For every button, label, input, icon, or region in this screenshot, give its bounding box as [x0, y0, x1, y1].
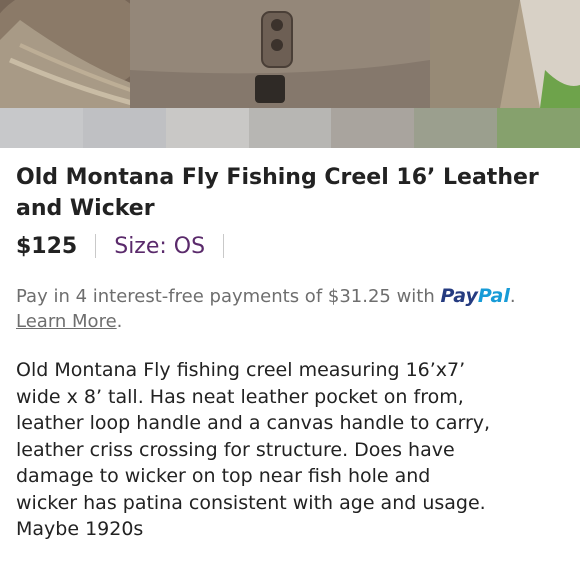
paypal-logo-part2: Pal [477, 285, 510, 307]
product-photo[interactable] [0, 0, 580, 148]
photo-bottom-fade [0, 108, 580, 148]
creel-image [0, 0, 580, 108]
listing-description: Old Montana Fly fishing creel measuring … [16, 359, 491, 540]
payment-text: Pay in 4 interest-free payments of $31.2… [16, 286, 435, 307]
paypal-logo: PayPal [441, 285, 510, 307]
payment-info: Pay in 4 interest-free payments of $31.2… [16, 285, 516, 332]
price: $125 [16, 233, 78, 259]
price-row: $125 Size: OS [16, 231, 225, 261]
period: . [116, 311, 123, 332]
divider [223, 234, 225, 258]
size-label: Size: OS [114, 233, 206, 259]
paypal-logo-part1: Pay [440, 285, 478, 307]
learn-more-link[interactable]: Learn More [16, 311, 117, 332]
divider [95, 234, 97, 258]
listing-title: Old Montana Fly Fishing Creel 16’ Leathe… [16, 165, 539, 221]
